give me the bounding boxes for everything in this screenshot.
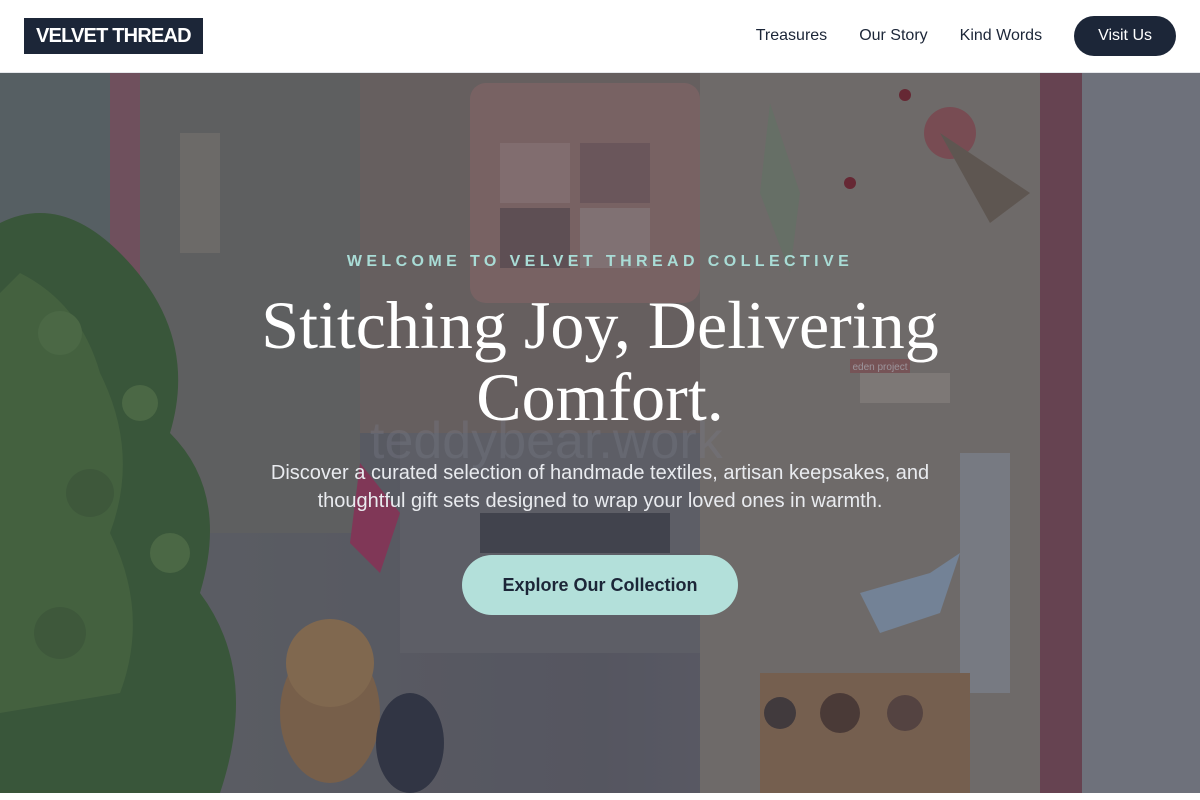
nav-link-treasures[interactable]: Treasures (756, 27, 827, 45)
hero-headline: Stitching Joy, Delivering Comfort. (261, 287, 939, 435)
hero-eyebrow: WELCOME TO VELVET THREAD COLLECTIVE (346, 253, 854, 270)
hero-content: WELCOME TO VELVET THREAD COLLECTIVE Stit… (0, 73, 1200, 793)
hero-description: Discover a curated selection of handmade… (270, 462, 930, 512)
hero-section: teddybear.work eden project WELCOME TO V… (0, 73, 1200, 793)
brand-logo[interactable]: VELVET THREAD (24, 18, 203, 54)
nav-link-our-story[interactable]: Our Story (859, 27, 927, 45)
main-nav: Treasures Our Story Kind Words Visit Us (756, 16, 1176, 56)
visit-us-button[interactable]: Visit Us (1074, 16, 1176, 56)
nav-link-kind-words[interactable]: Kind Words (960, 27, 1042, 45)
explore-collection-button[interactable]: Explore Our Collection (462, 555, 738, 615)
site-header: VELVET THREAD Treasures Our Story Kind W… (0, 0, 1200, 73)
